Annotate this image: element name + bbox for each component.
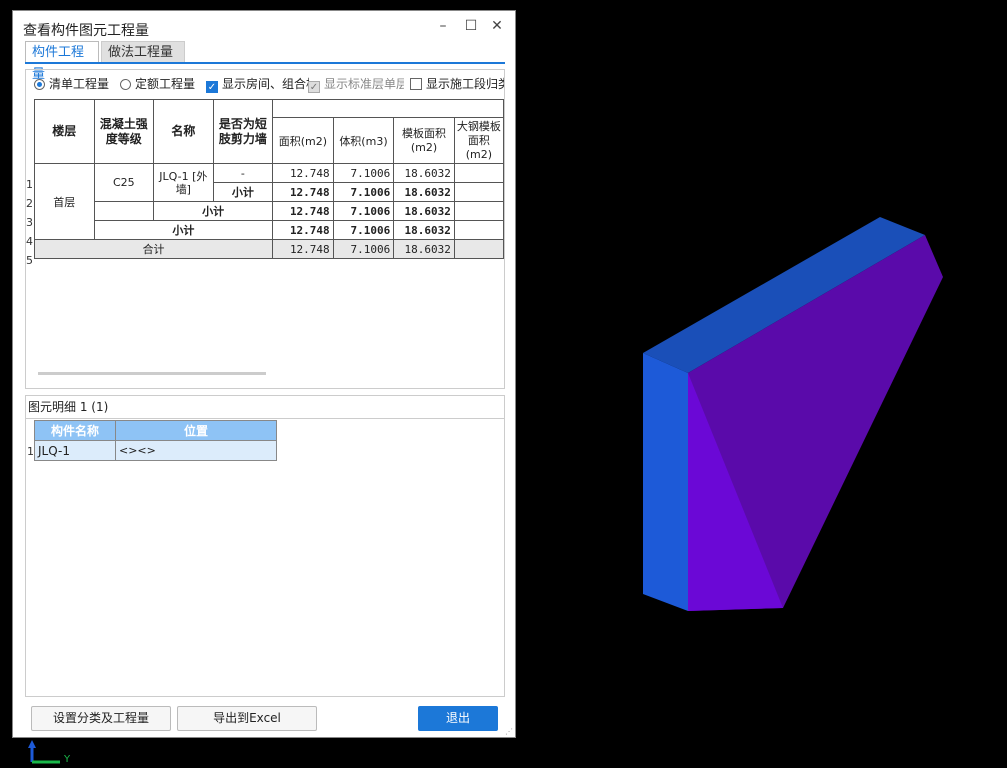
axis-y-label: Y <box>64 754 71 765</box>
3d-viewport[interactable] <box>0 0 1007 765</box>
wall-side-face <box>643 353 688 611</box>
axis-indicator: Y <box>26 740 76 765</box>
